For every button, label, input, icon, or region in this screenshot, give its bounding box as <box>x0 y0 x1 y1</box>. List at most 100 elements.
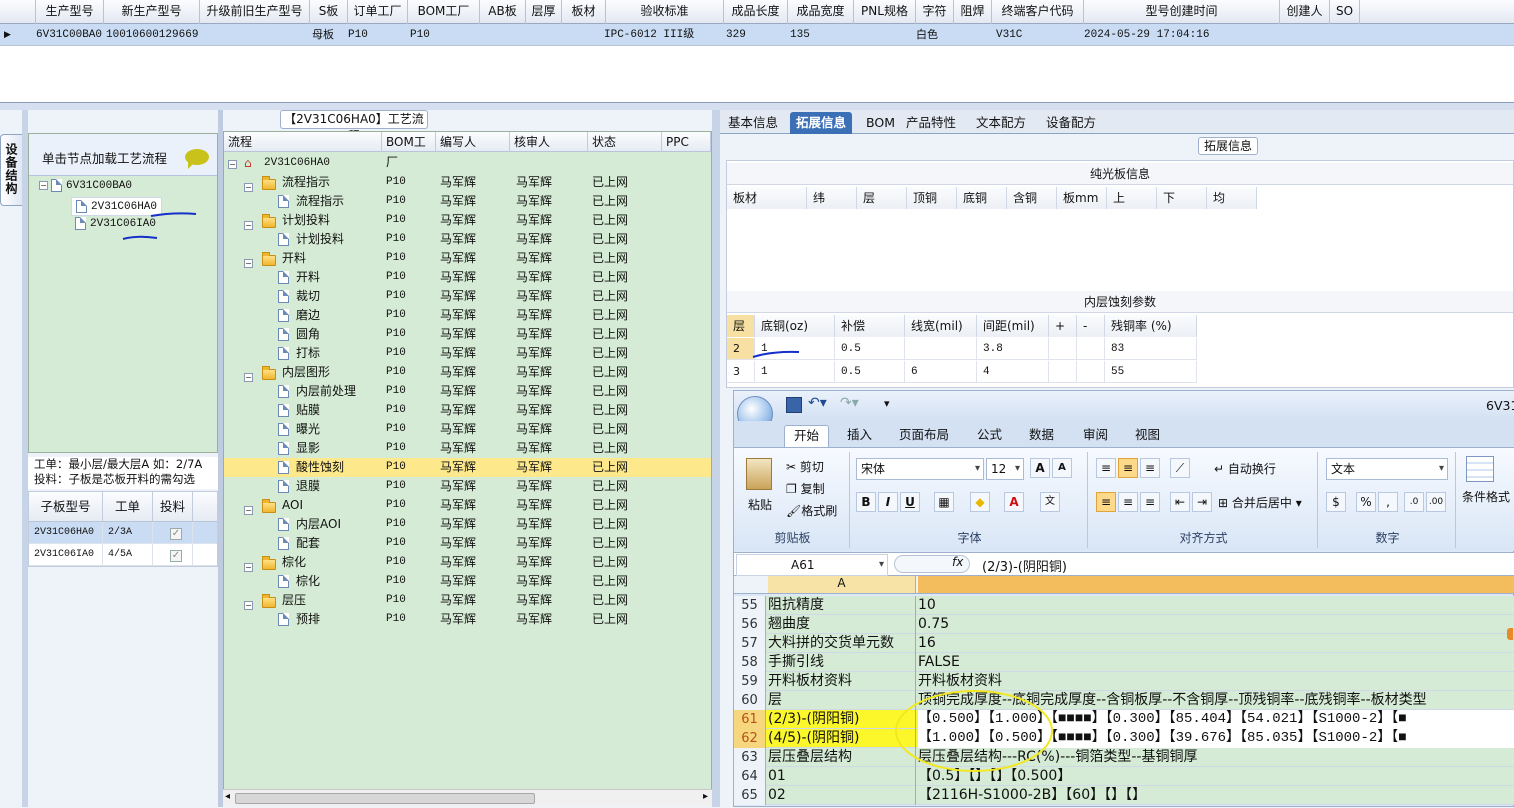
col-header[interactable]: AB板 <box>480 0 526 24</box>
process-step-row[interactable]: 曝光 P10 马军辉 马军辉 已上网 <box>224 420 711 439</box>
process-step-row[interactable]: 贴膜 P10 马军辉 马军辉 已上网 <box>224 401 711 420</box>
col-header[interactable]: 创建人 <box>1280 0 1330 24</box>
tab-text-recipe[interactable]: 文本配方 <box>970 112 1032 134</box>
col-header[interactable]: 生产型号 <box>36 0 104 24</box>
table-cell[interactable] <box>1049 338 1077 360</box>
process-step-row[interactable]: 配套 P10 马军辉 马军辉 已上网 <box>224 534 711 553</box>
process-group-row[interactable]: − 开料 P10 马军辉 马军辉 已上网 <box>224 249 711 268</box>
col-header[interactable]: 间距(mil) <box>977 315 1049 337</box>
table-cell[interactable]: 3.8 <box>977 338 1049 360</box>
process-step-row[interactable]: 裁切 P10 马军辉 马军辉 已上网 <box>224 287 711 306</box>
table-row[interactable]: ▶ 6V31C00BA0 10010600129669 母板 P10 P10 I… <box>0 24 1514 46</box>
col-header[interactable]: 新生产型号 <box>104 0 200 24</box>
process-step-row[interactable]: 预排 P10 马军辉 马军辉 已上网 <box>224 610 711 629</box>
col-header[interactable]: 工单 <box>103 492 153 521</box>
feed-checkbox[interactable]: ✓ <box>170 550 182 562</box>
collapse-icon[interactable]: − <box>228 160 237 169</box>
col-header[interactable]: S板 <box>310 0 348 24</box>
col-header[interactable]: 板mm <box>1057 187 1107 209</box>
col-header[interactable]: 阻焊 <box>954 0 992 24</box>
table-cell[interactable]: 55 <box>1105 361 1197 383</box>
col-header[interactable]: 成品宽度 <box>788 0 854 24</box>
col-header[interactable]: 型号创建时间 <box>1084 0 1280 24</box>
process-group-row[interactable]: − 计划投料 P10 马军辉 马军辉 已上网 <box>224 211 711 230</box>
feed-checkbox[interactable]: ✓ <box>170 528 182 540</box>
col-header[interactable]: SO <box>1330 0 1360 24</box>
process-step-row[interactable]: 显影 P10 马军辉 马军辉 已上网 <box>224 439 711 458</box>
process-step-label: 开料 <box>296 270 321 284</box>
process-group-row[interactable]: − 内层图形 P10 马军辉 马军辉 已上网 <box>224 363 711 382</box>
table-cell[interactable] <box>1077 361 1105 383</box>
col-header[interactable]: BOM工厂 <box>382 132 436 169</box>
tab-bom[interactable]: BOM <box>860 112 901 134</box>
process-step-row[interactable]: 内层前处理 P10 马军辉 马军辉 已上网 <box>224 382 711 401</box>
col-header[interactable]: 流程 <box>224 132 382 152</box>
process-step-row[interactable]: 退膜 P10 马军辉 马军辉 已上网 <box>224 477 711 496</box>
tab-device-structure[interactable]: 设备结构 <box>0 134 22 206</box>
table-cell[interactable]: 3 <box>727 361 755 383</box>
process-group-row[interactable]: − 流程指示 P10 马军辉 马军辉 已上网 <box>224 173 711 192</box>
scroll-left-icon[interactable]: ◂ <box>225 791 230 802</box>
table-cell[interactable] <box>1049 361 1077 383</box>
col-header[interactable]: 均 <box>1207 187 1257 209</box>
col-header[interactable]: 成品长度 <box>724 0 788 24</box>
col-header[interactable]: 底铜 <box>957 187 1007 209</box>
col-header[interactable]: 终端客户代码 <box>992 0 1084 24</box>
process-step-row[interactable]: 圆角 P10 马军辉 马军辉 已上网 <box>224 325 711 344</box>
col-header[interactable]: 编写人 <box>436 132 510 152</box>
col-header[interactable]: BOM工厂 <box>408 0 480 24</box>
table-cell[interactable]: 6 <box>905 361 977 383</box>
col-header[interactable]: 残铜率 (%) <box>1105 315 1197 337</box>
process-group-row[interactable]: − 层压 P10 马军辉 马军辉 已上网 <box>224 591 711 610</box>
col-header[interactable]: 字符 <box>916 0 954 24</box>
process-step-row[interactable]: 棕化 P10 马军辉 马军辉 已上网 <box>224 572 711 591</box>
col-header[interactable]: 含铜 <box>1007 187 1057 209</box>
horizontal-scrollbar[interactable]: ◂ ▸ <box>223 789 712 807</box>
table-cell[interactable]: 1 <box>755 361 835 383</box>
col-header[interactable]: PPC <box>662 132 711 152</box>
col-header[interactable]: 下 <box>1157 187 1207 209</box>
tab-equipment-recipe[interactable]: 设备配方 <box>1040 112 1102 134</box>
process-step-row[interactable]: 打标 P10 马军辉 马军辉 已上网 <box>224 344 711 363</box>
col-header[interactable]: + <box>1049 315 1077 337</box>
table-cell[interactable] <box>1077 338 1105 360</box>
col-header[interactable]: 状态 <box>588 132 662 152</box>
process-step-row[interactable]: 开料 P10 马军辉 马军辉 已上网 <box>224 268 711 287</box>
horizontal-splitter[interactable] <box>0 103 1514 110</box>
col-header[interactable]: 层厚 <box>526 0 562 24</box>
process-step-row[interactable]: 内层AOI P10 马军辉 马军辉 已上网 <box>224 515 711 534</box>
process-step-row[interactable]: 流程指示 P10 马军辉 马军辉 已上网 <box>224 192 711 211</box>
col-header[interactable]: 层 <box>857 187 907 209</box>
col-header[interactable]: - <box>1077 315 1105 337</box>
col-header[interactable]: 上 <box>1107 187 1157 209</box>
table-row[interactable]: 2V31C06IA0 4/5A ✓ <box>29 544 217 566</box>
col-header[interactable]: 订单工厂 <box>348 0 408 24</box>
col-header[interactable]: 验收标准 <box>606 0 724 24</box>
process-step-row[interactable]: 酸性蚀刻 P10 马军辉 马军辉 已上网 <box>224 458 711 477</box>
col-header[interactable]: 线宽(mil) <box>905 315 977 337</box>
tab-basic-info[interactable]: 基本信息 <box>722 112 784 134</box>
col-header[interactable]: 投料 <box>153 492 193 521</box>
col-header[interactable]: 核审人 <box>510 132 588 152</box>
col-header[interactable]: 升级前旧生产型号 <box>200 0 310 24</box>
col-header[interactable]: 顶铜 <box>907 187 957 209</box>
vertical-splitter[interactable] <box>712 110 720 807</box>
table-row[interactable]: 2V31C06HA0 2/3A ✓ <box>29 522 217 544</box>
scrollbar-thumb[interactable] <box>235 793 535 804</box>
col-header[interactable]: 板材 <box>562 0 606 24</box>
table-cell[interactable]: 0.5 <box>835 361 905 383</box>
process-step-row[interactable]: 磨边 P10 马军辉 马军辉 已上网 <box>224 306 711 325</box>
col-header[interactable]: PNL规格 <box>854 0 916 24</box>
scroll-right-icon[interactable]: ▸ <box>703 791 708 802</box>
col-header[interactable]: 子板型号 <box>29 492 103 521</box>
process-step-row[interactable]: 计划投料 P10 马军辉 马军辉 已上网 <box>224 230 711 249</box>
process-step-label: 预排 <box>296 612 321 626</box>
tab-product-characteristics[interactable]: 产品特性 <box>900 112 962 134</box>
process-root-row[interactable]: − ⌂ 2V31C06HA0 <box>224 154 711 173</box>
process-group-row[interactable]: − AOI P10 马军辉 马军辉 已上网 <box>224 496 711 515</box>
table-cell[interactable]: 83 <box>1105 338 1197 360</box>
process-group-row[interactable]: − 棕化 P10 马军辉 马军辉 已上网 <box>224 553 711 572</box>
table-cell[interactable] <box>905 338 977 360</box>
tab-extended-info[interactable]: 拓展信息 <box>790 112 853 134</box>
table-cell[interactable]: 4 <box>977 361 1049 383</box>
